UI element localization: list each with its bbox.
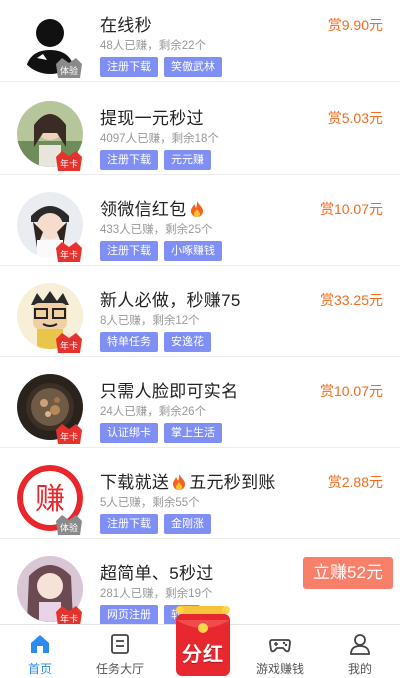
home-icon xyxy=(29,633,51,655)
dividend-label: 分红 xyxy=(182,644,224,666)
task-tag: 注册下载 xyxy=(100,150,158,170)
task-stats: 24人已赚，剩余26个 xyxy=(100,406,207,418)
claim-reward-button[interactable]: 立赚52元 xyxy=(303,557,393,589)
svg-text:体验: 体验 xyxy=(60,65,78,77)
task-item[interactable]: 年卡 领微信红包 433人已赚，剩余25个 注册下载 小啄赚钱 赏10.07元 xyxy=(0,182,400,266)
task-tag: 笑傲武林 xyxy=(164,57,222,77)
task-tags: 注册下载 金刚涨 xyxy=(100,514,211,534)
svg-text:体验: 体验 xyxy=(60,522,78,534)
user-icon xyxy=(349,633,371,655)
task-tags: 注册下载 元元赚 xyxy=(100,150,211,170)
task-title: 下载就送 五元秒到账 xyxy=(100,473,276,492)
task-stats: 8人已赚，剩余12个 xyxy=(100,315,200,327)
task-list: 体验 在线秒 48人已赚，剩余22个 注册下载 笑傲武林 赏9.90元 年卡 提… xyxy=(0,0,400,624)
badge-nianka: 年卡 xyxy=(54,420,84,446)
task-tag: 认证绑卡 xyxy=(100,423,158,443)
task-tag: 安逸花 xyxy=(164,332,211,352)
badge-nianka: 年卡 xyxy=(54,329,84,355)
task-reward: 赏10.07元 xyxy=(319,201,383,217)
task-reward: 赏5.03元 xyxy=(327,110,383,126)
tab-label: 首页 xyxy=(27,662,52,676)
task-stats: 5人已赚，剩余55个 xyxy=(100,497,200,509)
task-tags: 认证绑卡 掌上生活 xyxy=(100,423,222,443)
task-tag: 注册下载 xyxy=(100,241,158,261)
svg-text:年卡: 年卡 xyxy=(60,158,78,170)
task-title: 提现一元秒过 xyxy=(100,109,204,128)
gamepad-icon xyxy=(269,633,291,655)
tab-label: 任务大厅 xyxy=(95,662,144,676)
task-stats: 433人已赚，剩余25个 xyxy=(100,224,213,236)
tab-me[interactable]: 我的 xyxy=(320,625,400,678)
badge-nianka: 年卡 xyxy=(54,147,84,173)
badge-tiyan: 体验 xyxy=(54,54,84,80)
task-stats: 4097人已赚，剩余18个 xyxy=(100,133,219,145)
dividend-red-packet-button[interactable]: 分红 xyxy=(172,600,234,678)
task-reward: 赏33.25元 xyxy=(319,292,383,308)
badge-nianka: 年卡 xyxy=(54,238,84,264)
tab-label: 我的 xyxy=(347,662,372,676)
svg-text:年卡: 年卡 xyxy=(60,340,78,352)
task-title: 新人必做，秒赚75 xyxy=(100,291,241,310)
task-stats: 281人已赚，剩余19个 xyxy=(100,588,213,600)
task-tag: 注册下载 xyxy=(100,57,158,77)
svg-text:年卡: 年卡 xyxy=(60,431,78,443)
task-tag: 网页注册 xyxy=(100,605,158,624)
tab-label: 游戏赚钱 xyxy=(255,662,304,676)
svg-text:年卡: 年卡 xyxy=(60,249,78,261)
task-item[interactable]: 年卡 只需人脸即可实名 24人已赚，剩余26个 认证绑卡 掌上生活 赏10.07… xyxy=(0,364,400,448)
task-item[interactable]: 年卡 新人必做，秒赚75 8人已赚，剩余12个 特单任务 安逸花 赏33.25元 xyxy=(0,273,400,357)
task-tag: 特单任务 xyxy=(100,332,158,352)
task-tag: 小啄赚钱 xyxy=(164,241,222,261)
tab-task-hall[interactable]: 任务大厅 xyxy=(80,625,160,678)
task-title: 领微信红包 xyxy=(100,195,207,220)
tab-game-earn[interactable]: 游戏赚钱 xyxy=(240,625,320,678)
svg-text:年卡: 年卡 xyxy=(60,613,78,624)
task-title: 只需人脸即可实名 xyxy=(100,382,239,401)
fire-icon xyxy=(190,201,203,217)
task-reward: 赏10.07元 xyxy=(319,383,383,399)
task-tags: 注册下载 笑傲武林 xyxy=(100,57,222,77)
fire-icon xyxy=(173,474,186,490)
document-icon xyxy=(109,633,131,655)
task-tags: 特单任务 安逸花 xyxy=(100,332,211,352)
badge-nianka: 年卡 xyxy=(54,602,84,624)
task-tag: 掌上生活 xyxy=(164,423,222,443)
badge-tiyan: 体验 xyxy=(54,511,84,537)
tab-home[interactable]: 首页 xyxy=(0,625,80,678)
task-tag: 金刚涨 xyxy=(164,514,211,534)
task-item[interactable]: 年卡 提现一元秒过 4097人已赚，剩余18个 注册下载 元元赚 赏5.03元 xyxy=(0,91,400,175)
task-title: 在线秒 xyxy=(100,16,152,35)
task-title: 超简单、5秒过 xyxy=(100,564,214,583)
task-tags: 注册下载 小啄赚钱 xyxy=(100,241,222,261)
task-stats: 48人已赚，剩余22个 xyxy=(100,40,207,52)
task-item[interactable]: 赚 体验 下载就送 五元秒到账 5人已赚，剩余55个 注册下载 金刚涨 赏2.88… xyxy=(0,455,400,539)
task-reward: 赏2.88元 xyxy=(327,474,383,490)
task-item[interactable]: 体验 在线秒 48人已赚，剩余22个 注册下载 笑傲武林 赏9.90元 xyxy=(0,0,400,82)
task-tag: 注册下载 xyxy=(100,514,158,534)
task-reward: 赏9.90元 xyxy=(327,17,383,33)
task-tag: 元元赚 xyxy=(164,150,211,170)
